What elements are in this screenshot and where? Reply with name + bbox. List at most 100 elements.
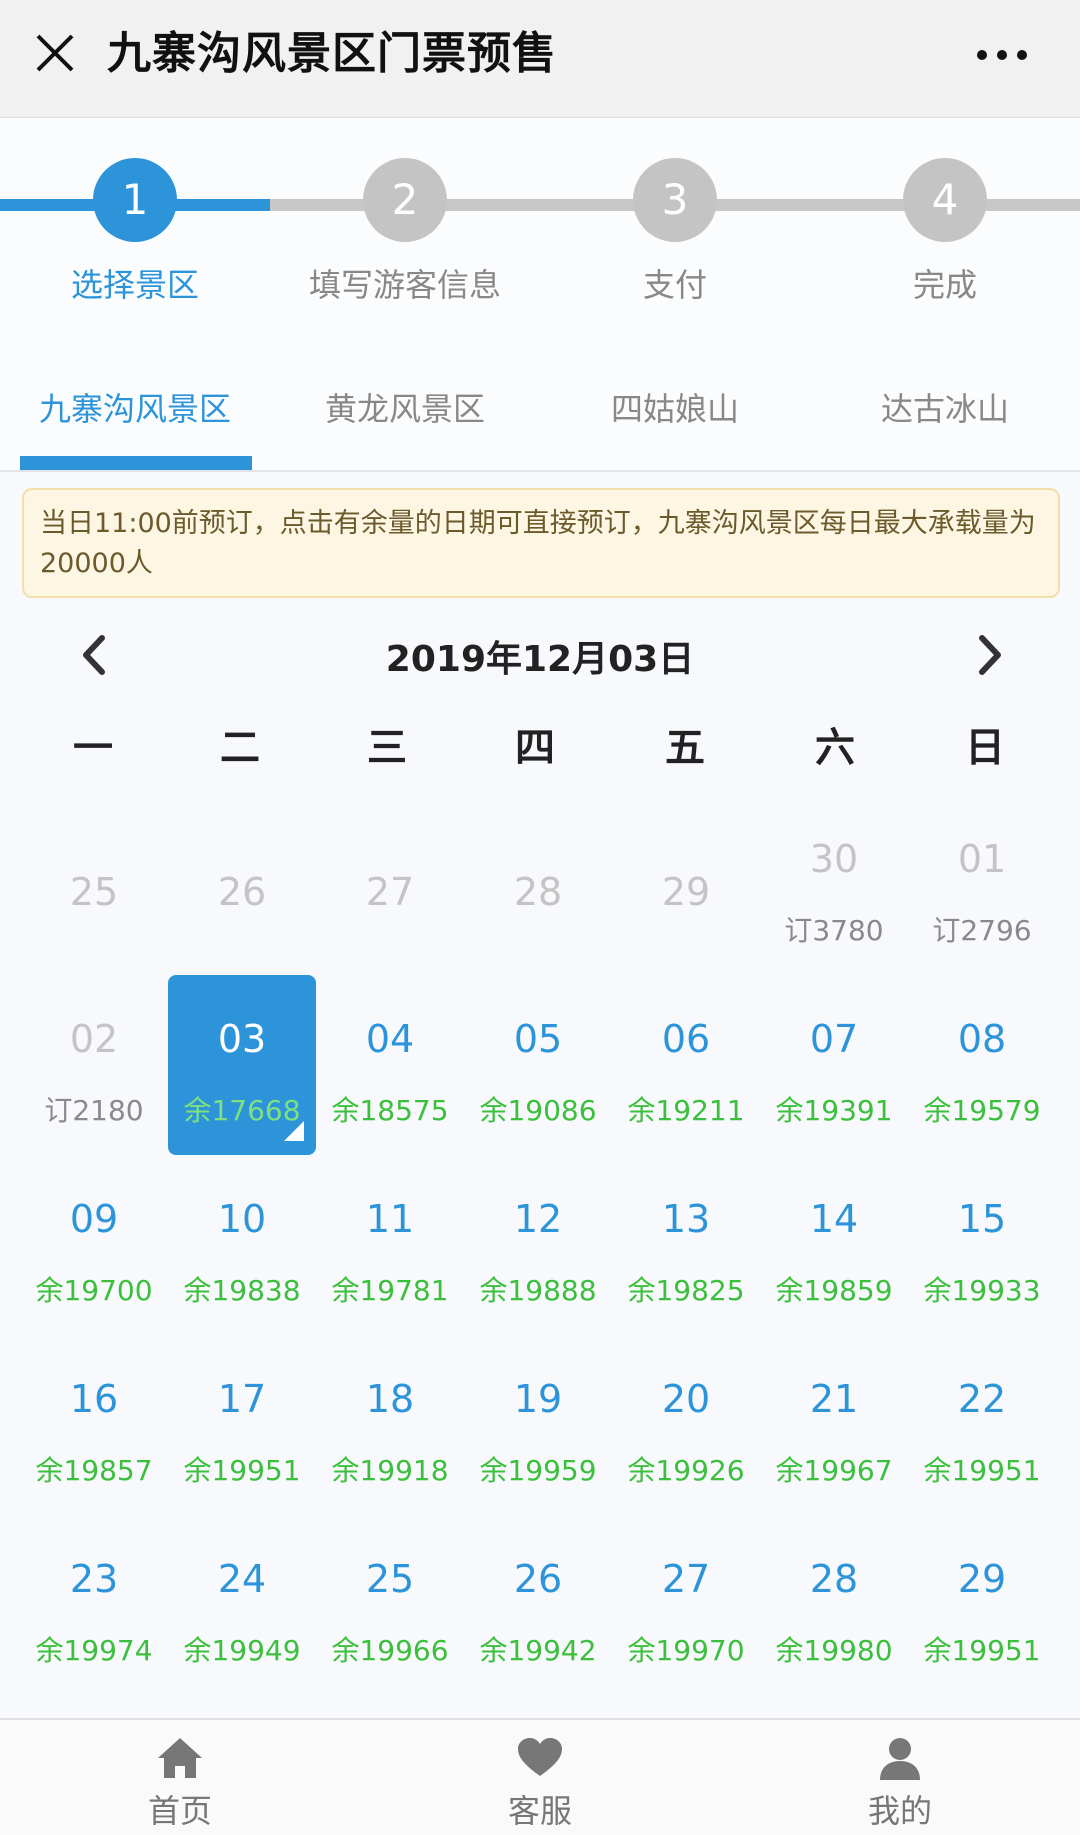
home-icon: [158, 1738, 202, 1778]
day-number: 13: [661, 1197, 711, 1241]
day-number: 14: [809, 1197, 859, 1241]
calendar-day[interactable]: 04 余18575: [316, 975, 464, 1155]
calendar-day: 27: [316, 795, 464, 975]
day-number: 15: [957, 1197, 1007, 1241]
calendar-day[interactable]: 27 余19970: [612, 1515, 760, 1695]
user-icon: [880, 1738, 920, 1780]
calendar-day: 30 订3780: [760, 795, 908, 975]
remaining-count: 余19211: [627, 1094, 745, 1127]
nav-profile[interactable]: 我的: [720, 1720, 1080, 1835]
calendar-month-label: 2019年12月03日: [385, 639, 695, 680]
calendar-day[interactable]: 06 余19211: [612, 975, 760, 1155]
weekday-label: 三: [367, 725, 407, 771]
remaining-count: 余19857: [35, 1454, 153, 1487]
nav-home[interactable]: 首页: [0, 1720, 360, 1835]
calendar-day[interactable]: 28 余19980: [760, 1515, 908, 1695]
tab-jiuzhaigou[interactable]: 九寨沟风景区: [0, 384, 270, 430]
step-label: 选择景区: [70, 266, 199, 304]
nav-customer-service[interactable]: 客服: [360, 1720, 720, 1835]
calendar-weekdays: 一 二 三 四 五 六 日: [0, 715, 1080, 775]
booked-count: 订2180: [44, 1094, 144, 1127]
remaining-count: 余19859: [775, 1274, 893, 1307]
calendar-day[interactable]: 15 余19933: [908, 1155, 1056, 1335]
step-label: 完成: [912, 266, 977, 304]
calendar-day[interactable]: 20 余19926: [612, 1335, 760, 1515]
step-number: 2: [363, 158, 447, 242]
day-number: 27: [661, 1557, 711, 1601]
chevron-right-icon[interactable]: [970, 632, 1010, 678]
calendar-day[interactable]: 09 余19700: [20, 1155, 168, 1335]
step-label: 填写游客信息: [308, 266, 501, 304]
day-number: 05: [513, 1017, 563, 1061]
calendar-day[interactable]: 24 余19949: [168, 1515, 316, 1695]
remaining-count: 余19918: [331, 1454, 449, 1487]
weekday-label: 一: [73, 725, 113, 771]
day-number: 04: [365, 1017, 415, 1061]
calendar-day: 26: [168, 795, 316, 975]
tab-huanglong[interactable]: 黄龙风景区: [270, 384, 540, 430]
step-label: 支付: [642, 266, 707, 304]
remaining-count: 余19579: [923, 1094, 1041, 1127]
nav-label: 我的: [867, 1792, 932, 1830]
day-number: 01: [957, 837, 1007, 881]
step-payment: 3 支付: [555, 158, 795, 328]
calendar-day[interactable]: 25 余19966: [316, 1515, 464, 1695]
booked-count: 订3780: [784, 914, 884, 947]
day-number: 29: [957, 1557, 1007, 1601]
page-title: 九寨沟风景区门票预售: [107, 28, 557, 79]
calendar-day: 28: [464, 795, 612, 975]
day-number: 02: [69, 1017, 119, 1061]
weekday-label: 二: [220, 725, 260, 771]
heart-icon: [518, 1738, 562, 1776]
tab-dagu-glacier[interactable]: 达古冰山: [810, 384, 1080, 430]
calendar-day[interactable]: 16 余19857: [20, 1335, 168, 1515]
day-number: 20: [661, 1377, 711, 1421]
calendar-day[interactable]: 23 余19974: [20, 1515, 168, 1695]
calendar-day[interactable]: 29 余19951: [908, 1515, 1056, 1695]
calendar-day[interactable]: 21 余19967: [760, 1335, 908, 1515]
selected-corner-mark: [284, 1121, 304, 1141]
nav-label: 首页: [147, 1792, 212, 1830]
calendar-header: 2019年12月03日: [0, 620, 1080, 690]
calendar-day[interactable]: 13 余19825: [612, 1155, 760, 1335]
calendar-day-selected[interactable]: 03 余17668: [168, 975, 316, 1155]
remaining-count: 余19980: [775, 1634, 893, 1667]
calendar-day[interactable]: 26 余19942: [464, 1515, 612, 1695]
day-number: 09: [69, 1197, 119, 1241]
weekday-label: 五: [665, 725, 705, 771]
remaining-count: 余19781: [331, 1274, 449, 1307]
day-number: 26: [513, 1557, 563, 1601]
day-number: 22: [957, 1377, 1007, 1421]
remaining-count: 余19967: [775, 1454, 893, 1487]
day-number: 19: [513, 1377, 563, 1421]
calendar-day[interactable]: 08 余19579: [908, 975, 1056, 1155]
calendar-day[interactable]: 17 余19951: [168, 1335, 316, 1515]
weekday-label: 六: [815, 725, 855, 771]
calendar-day: 29: [612, 795, 760, 975]
calendar-day[interactable]: 14 余19859: [760, 1155, 908, 1335]
day-number: 23: [69, 1557, 119, 1601]
calendar-day[interactable]: 11 余19781: [316, 1155, 464, 1335]
remaining-count: 余19942: [479, 1634, 597, 1667]
calendar-day[interactable]: 12 余19888: [464, 1155, 612, 1335]
tab-siguniang[interactable]: 四姑娘山: [540, 384, 810, 430]
day-number: 24: [217, 1557, 267, 1601]
remaining-count: 余19926: [627, 1454, 745, 1487]
day-number: 25: [69, 870, 119, 914]
remaining-count: 余19838: [183, 1274, 301, 1307]
calendar-day[interactable]: 05 余19086: [464, 975, 612, 1155]
bottom-nav: 首页 客服 我的: [0, 1718, 1080, 1835]
remaining-count: 余19700: [35, 1274, 153, 1307]
calendar-day[interactable]: 07 余19391: [760, 975, 908, 1155]
calendar-day[interactable]: 10 余19838: [168, 1155, 316, 1335]
day-number: 10: [217, 1197, 267, 1241]
calendar-day[interactable]: 19 余19959: [464, 1335, 612, 1515]
remaining-count: 余19888: [479, 1274, 597, 1307]
day-number: 12: [513, 1197, 563, 1241]
more-icon[interactable]: [974, 30, 1030, 80]
remaining-count: 余18575: [331, 1094, 449, 1127]
calendar-day[interactable]: 18 余19918: [316, 1335, 464, 1515]
calendar-day[interactable]: 22 余19951: [908, 1335, 1056, 1515]
close-icon[interactable]: [30, 28, 80, 78]
tab-active-indicator: [20, 456, 252, 470]
